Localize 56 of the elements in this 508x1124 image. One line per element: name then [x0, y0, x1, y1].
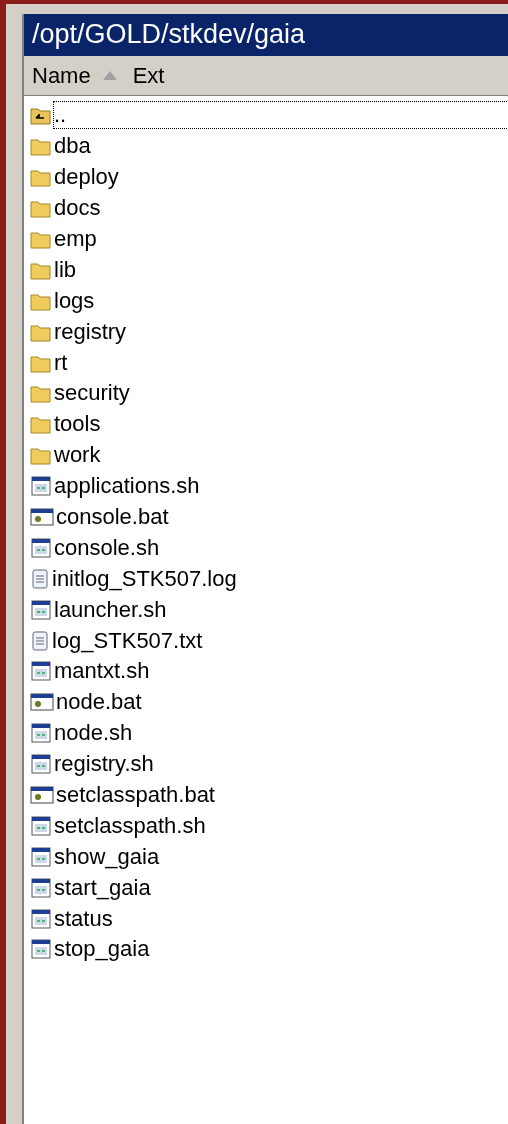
- file-name[interactable]: lib: [54, 256, 76, 283]
- folder-icon: [30, 383, 52, 404]
- file-name[interactable]: stop_gaia: [54, 936, 150, 963]
- folder-icon: [30, 136, 52, 157]
- batch-file-icon: [30, 692, 54, 713]
- folder-icon: [30, 414, 52, 435]
- file-name[interactable]: logs: [54, 287, 95, 314]
- file-name[interactable]: security: [54, 380, 130, 407]
- script-file-icon: [30, 598, 52, 621]
- file-name[interactable]: console.sh: [54, 534, 160, 561]
- file-name[interactable]: registry: [54, 318, 127, 345]
- parent-folder-icon: [30, 105, 52, 126]
- text-file-icon: [30, 567, 50, 590]
- text-file-icon: [30, 629, 50, 652]
- folder-icon: [30, 445, 52, 466]
- batch-file-icon: [30, 785, 54, 806]
- file-name[interactable]: registry.sh: [54, 751, 154, 778]
- folder-icon: [30, 167, 52, 188]
- column-header[interactable]: Ext: [132, 59, 165, 92]
- file-name[interactable]: mantxt.sh: [54, 658, 150, 685]
- file-name[interactable]: launcher.sh: [54, 596, 167, 623]
- file-name[interactable]: ..: [54, 102, 508, 129]
- file-name[interactable]: console.bat: [56, 504, 169, 530]
- script-file-icon: [30, 876, 52, 899]
- window-title: /opt/GOLD/stkdev/gaia: [24, 14, 508, 56]
- batch-file-icon: [30, 507, 54, 527]
- file-name[interactable]: node.sh: [54, 720, 133, 747]
- script-file-icon: [30, 753, 52, 776]
- column-header[interactable]: Name: [32, 59, 117, 92]
- file-name[interactable]: deploy: [54, 164, 119, 191]
- file-name[interactable]: docs: [54, 195, 101, 222]
- file-name[interactable]: dba: [54, 133, 91, 160]
- file-name[interactable]: status: [54, 905, 113, 932]
- script-file-icon: [30, 938, 52, 961]
- sort-ascending-icon: [102, 71, 117, 80]
- script-file-icon: [30, 907, 52, 930]
- script-file-icon: [30, 722, 52, 745]
- file-name[interactable]: start_gaia: [54, 874, 151, 901]
- file-name[interactable]: setclasspath.sh: [54, 812, 206, 839]
- file-name[interactable]: initlog_STK507.log: [52, 565, 237, 592]
- script-file-icon: [30, 536, 52, 559]
- file-name[interactable]: work: [54, 442, 101, 469]
- script-file-icon: [30, 475, 52, 498]
- file-name[interactable]: applications.sh: [54, 473, 200, 500]
- folder-icon: [30, 198, 52, 219]
- file-name[interactable]: rt: [54, 349, 68, 376]
- file-name[interactable]: node.bat: [56, 689, 142, 716]
- script-file-icon: [30, 845, 52, 868]
- script-file-icon: [30, 660, 52, 683]
- file-name[interactable]: show_gaia: [54, 843, 160, 870]
- script-file-icon: [30, 814, 52, 837]
- file-name[interactable]: log_STK507.txt: [52, 627, 203, 654]
- file-name[interactable]: tools: [54, 411, 101, 438]
- file-name[interactable]: setclasspath.bat: [56, 782, 215, 809]
- file-name[interactable]: emp: [54, 226, 97, 252]
- folder-icon: [30, 229, 52, 249]
